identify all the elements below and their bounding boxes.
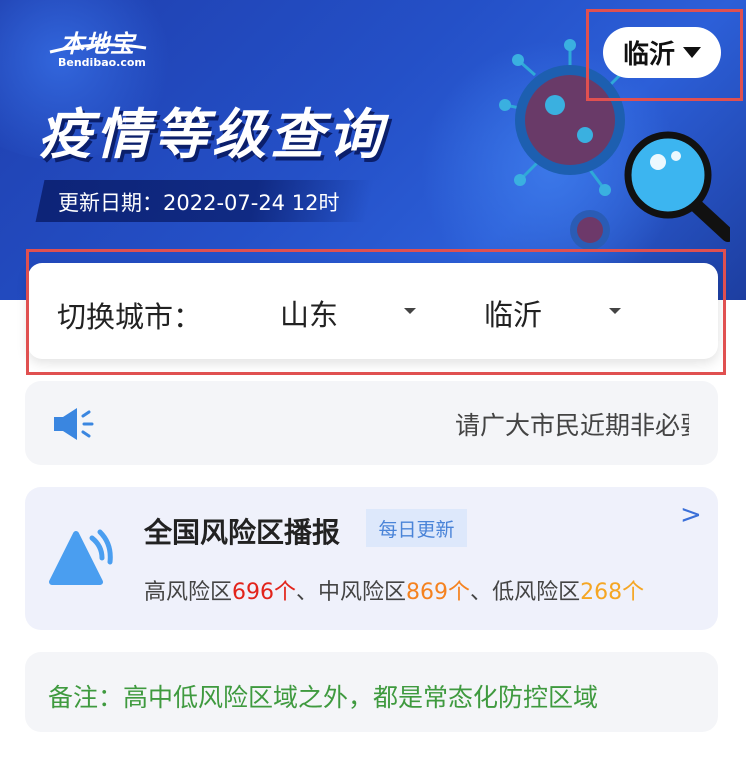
highlight-box-city-button	[586, 9, 743, 101]
update-date: 更新日期：2022-07-24 12时	[58, 191, 340, 215]
logo: 本地宝	[60, 30, 135, 58]
risk-counts-line: 高风险区696个、中风险区869个、低风险区268个	[144, 574, 644, 606]
mid-risk-count: 869个	[406, 580, 471, 605]
risk-report-title: 全国风险区播报	[144, 516, 341, 549]
risk-report-arrow-icon[interactable]: >	[680, 500, 702, 530]
daily-update-tag: 每日更新	[366, 509, 467, 547]
remark-text: 备注：高中低风险区域之外，都是常态化防控区域	[48, 683, 599, 712]
speaker-icon	[54, 408, 94, 440]
warning-broadcast-icon	[49, 529, 113, 585]
highlight-box-city-switch	[26, 249, 726, 375]
high-risk-count: 696个	[232, 580, 297, 605]
separator: 、	[296, 580, 319, 605]
low-risk-count: 268个	[580, 580, 645, 605]
logo-subtitle: Bendibao.com	[58, 56, 146, 69]
page-title: 疫情等级查询	[38, 103, 386, 166]
high-risk-label: 高风险区	[144, 580, 233, 605]
low-risk-label: 低风险区	[492, 580, 581, 605]
mid-risk-label: 中风险区	[318, 580, 407, 605]
notice-marquee-text: 请广大市民近期非必要	[455, 411, 689, 440]
separator: 、	[470, 580, 493, 605]
